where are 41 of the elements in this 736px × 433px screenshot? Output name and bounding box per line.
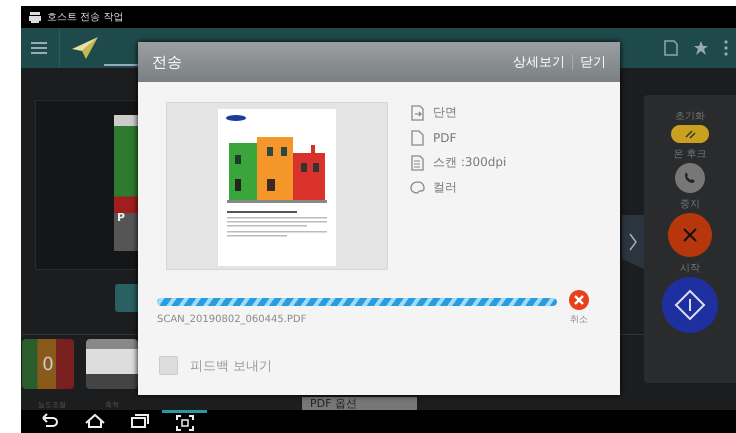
thumbnail-count: 0 [42,354,54,374]
button-label: 중지 [680,198,700,211]
chevron-tab-icon[interactable] [622,215,644,269]
duplex-icon [410,104,425,120]
more-icon[interactable] [724,40,728,56]
capture-icon[interactable] [174,414,194,432]
recent-apps-icon[interactable] [130,412,150,430]
setting-label: 컬러 [433,179,457,196]
scan-document-icon [410,154,425,170]
option-label: PDF 옵션 [302,397,417,410]
printer-icon [29,12,41,22]
thumbnail[interactable] [86,339,138,389]
close-icon [569,290,589,310]
star-icon[interactable] [694,41,708,55]
palette-icon [410,180,425,196]
checkbox[interactable] [159,356,178,375]
stop-button[interactable] [668,213,712,257]
start-button[interactable] [662,277,718,333]
menu-icon[interactable] [31,42,47,54]
reset-button[interactable] [671,125,709,143]
setting-label: 단면 [433,104,457,121]
status-title: 호스트 전송 작업 [47,11,124,24]
header-link[interactable]: 닫기 [580,53,606,71]
document-icon [410,130,425,146]
logo-icon [226,115,246,121]
setting-label: 스캔 :300dpi [433,154,506,171]
cancel-button[interactable]: 취소 [569,290,589,326]
button-label: 초기화 [675,110,705,123]
file-type-label: P [116,211,126,224]
home-icon[interactable] [84,412,104,430]
paper-plane-icon[interactable] [72,37,98,59]
button-label: 온 후크 [673,148,707,161]
thumbnail[interactable]: 0 [22,339,74,389]
dialog-title: 전송 [152,52,182,72]
button-label: 시작 [680,262,700,275]
file-name: SCAN_20190802_060445.PDF [157,314,308,325]
checkbox-label: 피드백 보내기 [190,358,272,374]
document-icon[interactable] [664,40,678,56]
phone-button[interactable] [675,163,705,193]
header-link[interactable]: 상세보기 [513,53,565,71]
setting-label: PDF [433,130,456,144]
